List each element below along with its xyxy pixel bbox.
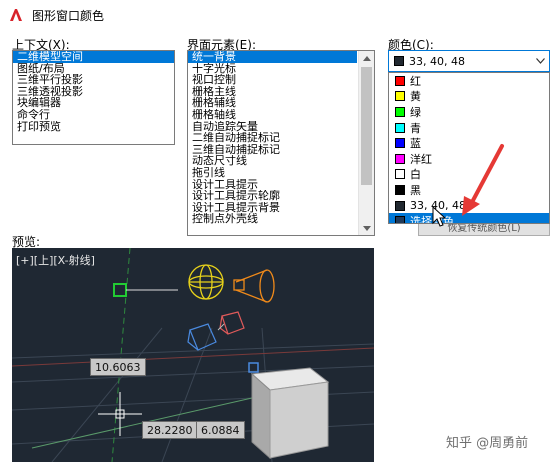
camera-red-icon — [219, 311, 245, 335]
camera-blue-icon — [187, 323, 217, 351]
preview-viewport: [+][上][X-射线] 10.6063 28.2280 6.0884 — [12, 248, 374, 462]
color-swatch — [395, 122, 405, 133]
color-swatch — [395, 138, 405, 149]
element-item[interactable]: 栅格辅线 — [188, 97, 357, 109]
y-axis-line — [111, 248, 131, 462]
green-grip-icon — [113, 283, 127, 297]
spotlight-cone-icon — [233, 269, 275, 303]
annotation-arrow-icon — [462, 144, 504, 216]
dimension-input-2: 28.2280 — [142, 421, 198, 439]
context-item[interactable]: 三维平行投影 — [13, 74, 174, 86]
element-item[interactable]: 设计工具提示背景 — [188, 202, 357, 214]
element-item[interactable]: 自动追踪矢量 — [188, 121, 357, 133]
color-option[interactable]: 绿 — [389, 104, 549, 120]
context-item[interactable]: 命令行 — [13, 109, 174, 121]
color-swatch — [395, 216, 405, 223]
context-item[interactable]: 打印预览 — [13, 121, 174, 133]
color-swatch — [395, 106, 405, 117]
color-combo[interactable]: 33, 40, 48 — [388, 50, 550, 72]
element-item[interactable]: 十字光标 — [188, 63, 357, 75]
mouse-pointer-icon — [432, 206, 446, 227]
element-item[interactable]: 二维自动捕捉标记 — [188, 132, 357, 144]
context-item[interactable]: 图纸/布局 — [13, 63, 174, 75]
context-item[interactable]: 块编辑器 — [13, 97, 174, 109]
chevron-down-icon[interactable] — [531, 58, 549, 64]
color-option-label: 绿 — [410, 105, 421, 119]
autocad-logo-icon — [8, 7, 24, 23]
color-option-label: 蓝 — [410, 137, 421, 151]
elements-list[interactable]: 统一背景 十字光标 视口控制 栅格主线 栅格辅线 栅格轴线 自动追踪矢量 二维自动捕捉标记 三维… — [187, 50, 375, 236]
title-bar: 图形窗口颜色 — [0, 0, 560, 30]
element-item[interactable]: 拖引线 — [188, 167, 357, 179]
scroll-thumb[interactable] — [361, 67, 372, 185]
color-current-value: 33, 40, 48 — [409, 54, 465, 68]
color-swatch — [394, 56, 404, 66]
dimension-input-1: 10.6063 — [90, 358, 146, 376]
color-option-label: 红 — [410, 74, 421, 88]
watermark: 知乎 @周勇前 — [446, 436, 529, 451]
color-swatch — [395, 75, 405, 86]
color-swatch — [395, 153, 405, 164]
color-option-label: 白 — [410, 168, 421, 182]
blue-grip-icon — [248, 362, 259, 373]
elements-scrollbar[interactable] — [358, 51, 374, 235]
context-list[interactable]: 二维模型空间 图纸/布局 三维平行投影 三维透视投影 块编辑器 命令行 打印预览 — [12, 50, 175, 145]
color-option-label: 黑 — [410, 183, 421, 197]
context-item[interactable]: 三维透视投影 — [13, 86, 174, 98]
element-item[interactable]: 控制点外壳线 — [188, 213, 357, 225]
scroll-down-icon[interactable] — [359, 221, 374, 235]
element-item[interactable]: 三维自动捕捉标记 — [188, 144, 357, 156]
element-item[interactable]: 动态尺寸线 — [188, 155, 357, 167]
element-item[interactable]: 设计工具提示轮廓 — [188, 190, 357, 202]
element-item[interactable]: 设计工具提示 — [188, 179, 357, 191]
color-option[interactable]: 黄 — [389, 89, 549, 105]
element-item[interactable]: 统一背景 — [188, 51, 357, 63]
element-item[interactable]: 栅格主线 — [188, 86, 357, 98]
color-option[interactable]: 红 — [389, 73, 549, 89]
cube-object — [250, 367, 330, 460]
color-swatch — [395, 91, 405, 102]
color-option[interactable]: 青 — [389, 120, 549, 136]
context-item[interactable]: 二维模型空间 — [13, 51, 174, 63]
color-option-label: 黄 — [410, 90, 421, 104]
color-swatch — [395, 184, 405, 195]
dimension-input-3: 6.0884 — [196, 421, 245, 439]
color-swatch — [395, 169, 405, 180]
scroll-up-icon[interactable] — [359, 51, 374, 65]
window-title: 图形窗口颜色 — [32, 8, 105, 23]
element-item[interactable]: 视口控制 — [188, 74, 357, 86]
viewport-controls[interactable]: [+][上][X-射线] — [16, 252, 95, 268]
point-light-sphere-icon — [188, 264, 224, 300]
color-option-label: 洋红 — [410, 152, 432, 166]
color-option-label: 青 — [410, 121, 421, 135]
color-swatch — [395, 200, 405, 211]
element-item[interactable]: 栅格轴线 — [188, 109, 357, 121]
